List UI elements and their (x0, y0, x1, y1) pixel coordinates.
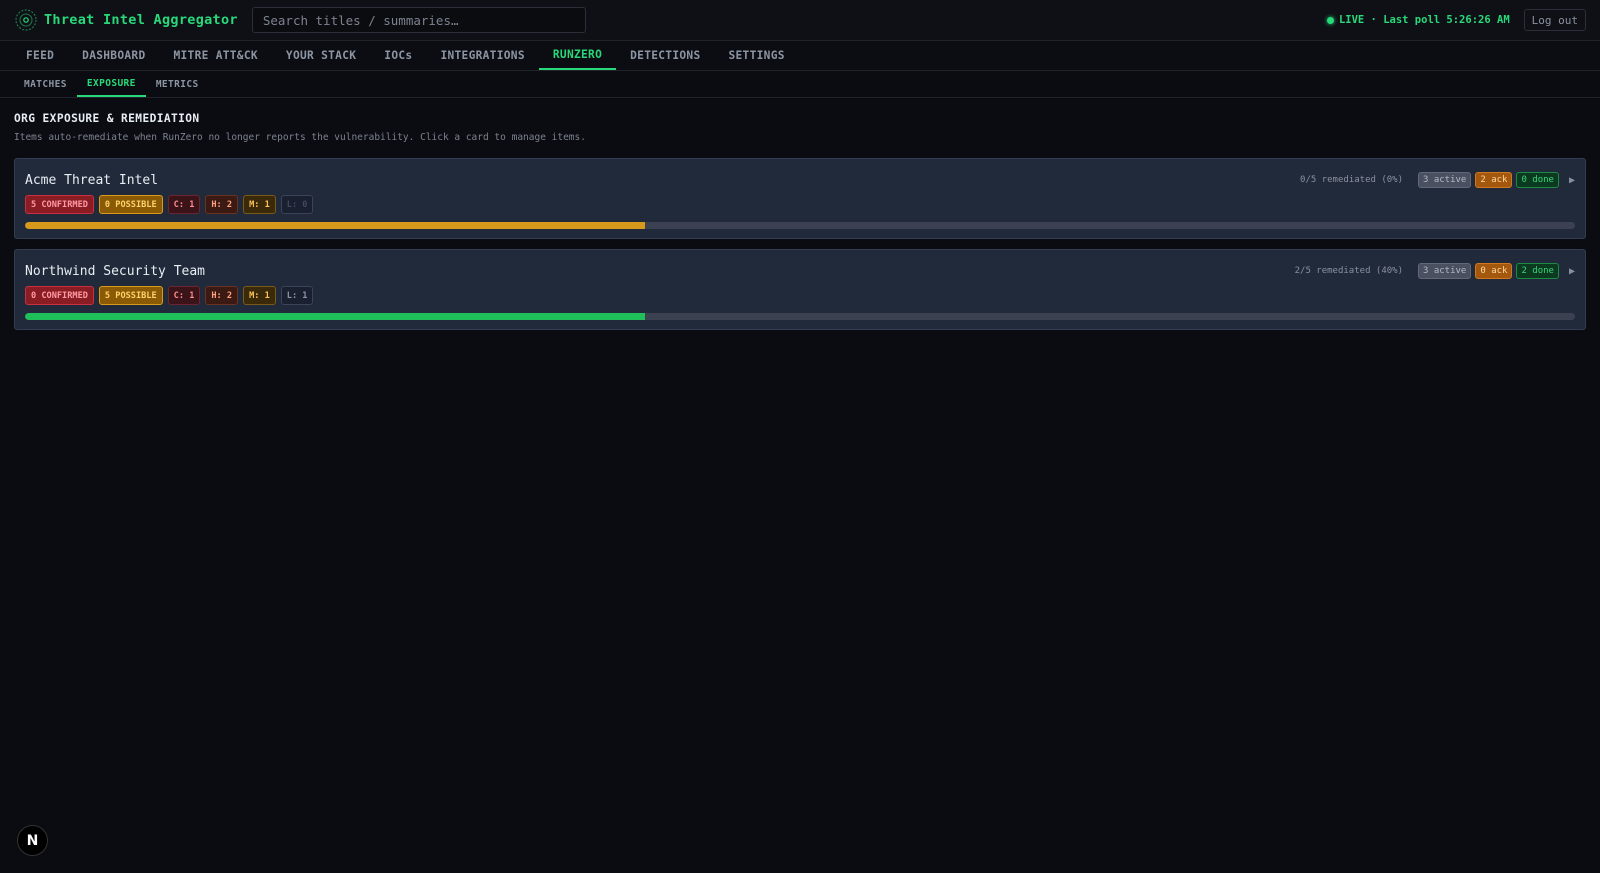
remediation-progress-bar (25, 222, 1575, 229)
critical-count-badge: C: 1 (167, 286, 201, 305)
main-content: ORG EXPOSURE & REMEDIATION Items auto-re… (0, 98, 1600, 330)
possible-badge: 5 POSSIBLE (98, 286, 163, 305)
active-count-chip: 3 active (1418, 172, 1472, 188)
done-count-chip: 2 done (1516, 263, 1559, 279)
progress-fill (25, 313, 645, 320)
tab-runzero[interactable]: RUNZERO (538, 41, 617, 70)
main-nav: FEED DASHBOARD MITRE ATT&CK YOUR STACK I… (0, 41, 1600, 71)
possible-badge: 0 POSSIBLE (98, 195, 163, 214)
tab-your-stack[interactable]: YOUR STACK (272, 41, 370, 70)
search-input[interactable] (251, 7, 586, 33)
subtab-metrics[interactable]: METRICS (146, 71, 209, 97)
ack-count-chip: 2 ack (1475, 172, 1513, 188)
ack-count-chip: 0 ack (1475, 263, 1513, 279)
critical-count-badge: C: 1 (167, 195, 201, 214)
live-status-text: LIVE · Last poll 5:26:26 AM (1338, 14, 1510, 26)
confirmed-badge: 0 CONFIRMED (25, 286, 94, 305)
tab-settings[interactable]: SETTINGS (714, 41, 798, 70)
tab-mitre-attack[interactable]: MITRE ATT&CK (159, 41, 271, 70)
confirmed-badge: 5 CONFIRMED (25, 195, 94, 214)
org-card[interactable]: Acme Threat Intel 0/5 remediated (0%) 3 … (14, 158, 1586, 239)
medium-count-badge: M: 1 (243, 286, 276, 305)
subtab-exposure[interactable]: EXPOSURE (76, 71, 146, 97)
chevron-right-icon[interactable]: ▶ (1569, 175, 1575, 186)
severity-badges: 0 CONFIRMED 5 POSSIBLE C: 1 H: 2 M: 1 L:… (25, 286, 1575, 305)
tab-iocs[interactable]: IOCs (370, 41, 426, 70)
radar-icon (14, 8, 38, 32)
active-count-chip: 3 active (1418, 263, 1472, 279)
app-title: Threat Intel Aggregator (44, 12, 238, 28)
progress-fill (25, 222, 645, 229)
logout-button[interactable]: Log out (1523, 9, 1586, 31)
nextjs-icon[interactable]: N (17, 825, 48, 856)
high-count-badge: H: 2 (205, 195, 239, 214)
section-title: ORG EXPOSURE & REMEDIATION (14, 112, 200, 125)
tab-feed[interactable]: FEED (12, 41, 68, 70)
tab-dashboard[interactable]: DASHBOARD (68, 41, 159, 70)
tab-detections[interactable]: DETECTIONS (616, 41, 714, 70)
remediation-progress-bar (25, 313, 1575, 320)
low-count-badge: L: 1 (280, 286, 314, 305)
section-description: Items auto-remediate when RunZero no lon… (14, 132, 586, 143)
tab-integrations[interactable]: INTEGRATIONS (426, 41, 538, 70)
low-count-badge: L: 0 (280, 195, 314, 214)
severity-badges: 5 CONFIRMED 0 POSSIBLE C: 1 H: 2 M: 1 L:… (25, 195, 1575, 214)
subtab-matches[interactable]: MATCHES (14, 71, 77, 97)
done-count-chip: 0 done (1516, 172, 1559, 188)
org-name: Acme Threat Intel (25, 172, 159, 188)
live-indicator-dot (1326, 16, 1334, 24)
org-name: Northwind Security Team (25, 263, 206, 279)
org-card-header: Acme Threat Intel 0/5 remediated (0%) 3 … (25, 170, 1575, 190)
remediated-summary: 2/5 remediated (40%) (1294, 266, 1403, 276)
live-status: LIVE · Last poll 5:26:26 AM (1326, 14, 1510, 26)
remediated-summary: 0/5 remediated (0%) (1300, 175, 1403, 185)
chevron-right-icon[interactable]: ▶ (1569, 266, 1575, 277)
sub-nav: MATCHES EXPOSURE METRICS (0, 71, 1600, 98)
top-bar: Threat Intel Aggregator LIVE · Last poll… (0, 0, 1600, 41)
medium-count-badge: M: 1 (243, 195, 276, 214)
dev-badge-label: N (26, 832, 39, 849)
org-card[interactable]: Northwind Security Team 2/5 remediated (… (14, 249, 1586, 330)
org-card-header: Northwind Security Team 2/5 remediated (… (25, 261, 1575, 281)
high-count-badge: H: 2 (205, 286, 239, 305)
